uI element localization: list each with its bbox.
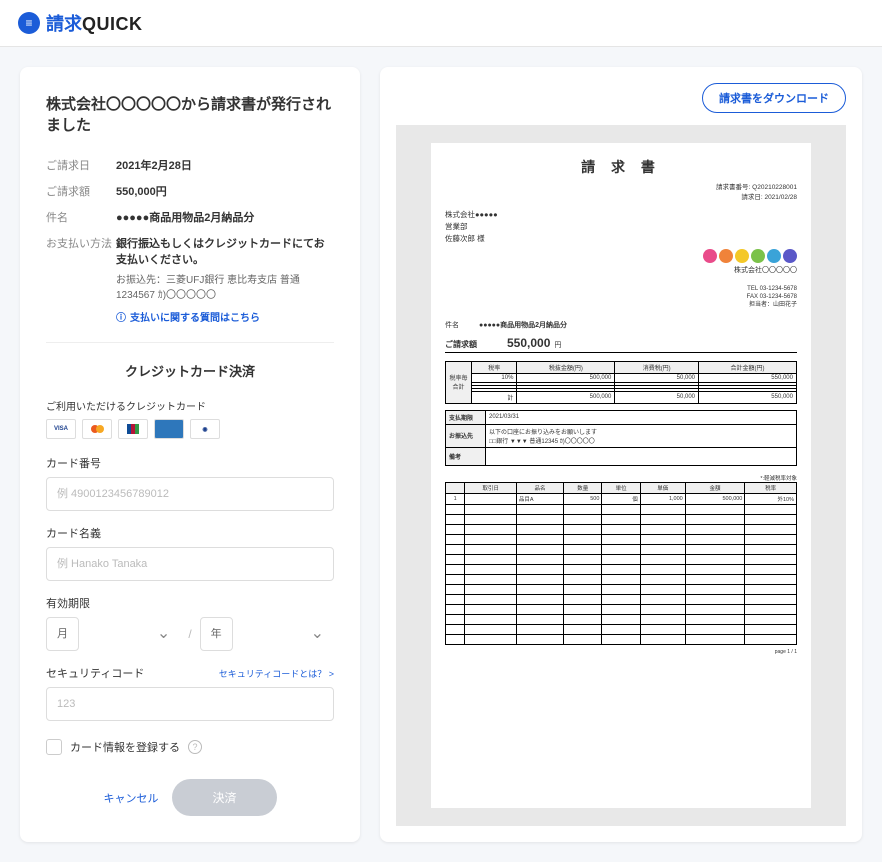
label: お支払い方法 (46, 235, 116, 324)
expiry-label: 有効期限 (46, 595, 334, 611)
save-card-checkbox[interactable] (46, 739, 62, 755)
card-brand-icons: VISA ◉ (46, 419, 334, 439)
expiry-year-select[interactable]: 年 (200, 617, 233, 651)
expiry-month-select[interactable]: 月 (46, 617, 79, 651)
visa-icon: VISA (46, 419, 76, 439)
tax-summary-table: 税率毎合計税率税抜金額(円)消費税(円)合計金額(円)10%500,00050,… (445, 361, 797, 404)
submit-button[interactable]: 決済 (172, 779, 276, 816)
value: ●●●●●商品用物品2月納品分 (116, 209, 334, 225)
help-icon[interactable]: ? (188, 740, 202, 754)
payment-panel: 株式会社〇〇〇〇〇から請求書が発行されました ご請求日 2021年2月28日 ご… (20, 67, 360, 842)
card-number-label: カード番号 (46, 455, 334, 471)
invoice-preview-panel: 請求書をダウンロード 請 求 書 請求書番号: Q20210228001 請求日… (380, 67, 862, 842)
card-name-label: カード名義 (46, 525, 334, 541)
cancel-button[interactable]: キャンセル (103, 790, 158, 806)
logo-text: 請求QUICK (46, 10, 143, 36)
info-row-method: お支払い方法 銀行振込もしくはクレジットカードにてお支払いください。 お振込先：… (46, 235, 334, 324)
security-code-help-link[interactable]: セキュリティコードとは？ > (219, 667, 334, 680)
doc-recipient: 株式会社●●●●● 営業部 佐藤次郎 様 (445, 209, 797, 245)
doc-contact: TEL 03-1234-5678 FAX 03-1234-5678 担当者：山田… (445, 285, 797, 310)
info-row-date: ご請求日 2021年2月28日 (46, 157, 334, 173)
transfer-info: お振込先：三菱UFJ銀行 恵比寿支店 普通 1234567 ｶ)〇〇〇〇〇 (116, 271, 334, 301)
label: ご請求額 (46, 183, 116, 199)
diners-icon: ◉ (190, 419, 220, 439)
invoice-document: 請 求 書 請求書番号: Q20210228001 請求日: 2021/02/2… (431, 143, 811, 808)
expiry-separator: / (188, 627, 191, 641)
page-number: page 1 / 1 (445, 649, 797, 655)
label: ご請求日 (46, 157, 116, 173)
value: 銀行振込もしくはクレジットカードにてお支払いください。 お振込先：三菱UFJ銀行… (116, 235, 334, 324)
cc-heading: クレジットカード決済 (46, 361, 334, 380)
info-row-subject: 件名 ●●●●●商品用物品2月納品分 (46, 209, 334, 225)
doc-amount: ご請求額 550,000円 (445, 334, 797, 353)
panel-title: 株式会社〇〇〇〇〇から請求書が発行されました (46, 93, 334, 135)
mastercard-icon (82, 419, 112, 439)
security-code-label: セキュリティコード (46, 665, 144, 681)
card-name-input[interactable] (46, 547, 334, 581)
doc-title: 請 求 書 (445, 157, 797, 177)
payment-help-link[interactable]: ⓘ 支払いに関する質問はこちら (116, 309, 334, 324)
doc-meta: 請求書番号: Q20210228001 請求日: 2021/02/28 (445, 183, 797, 203)
amex-icon (154, 419, 184, 439)
doc-sender: 株式会社〇〇〇〇〇 (445, 249, 797, 275)
info-row-amount: ご請求額 550,000円 (46, 183, 334, 199)
security-code-input[interactable] (46, 687, 334, 721)
download-invoice-button[interactable]: 請求書をダウンロード (702, 83, 846, 113)
value: 2021年2月28日 (116, 157, 334, 173)
logo-icon: ≡ (18, 12, 40, 34)
payment-info-table: 支払期限2021/03/31 お振込先以下の口座にお振り込みをお願いします□□銀… (445, 410, 797, 466)
line-items-table: 取引日品名数量単位単価金額税率1品目A500個1,000500,000外10% (445, 482, 797, 645)
divider (46, 342, 334, 343)
item-note: *:軽減税率対象 (445, 474, 797, 482)
card-number-input[interactable] (46, 477, 334, 511)
value: 550,000円 (116, 183, 334, 199)
document-preview: 請 求 書 請求書番号: Q20210228001 請求日: 2021/02/2… (396, 125, 846, 826)
jcb-icon (118, 419, 148, 439)
save-card-label: カード情報を登録する (70, 739, 180, 755)
available-cards-label: ご利用いただけるクレジットカード (46, 398, 334, 413)
question-icon: ⓘ (116, 309, 126, 324)
doc-subject: 件名 ●●●●●商品用物品2月納品分 (445, 320, 797, 330)
label: 件名 (46, 209, 116, 225)
app-header: ≡ 請求QUICK (0, 0, 882, 47)
